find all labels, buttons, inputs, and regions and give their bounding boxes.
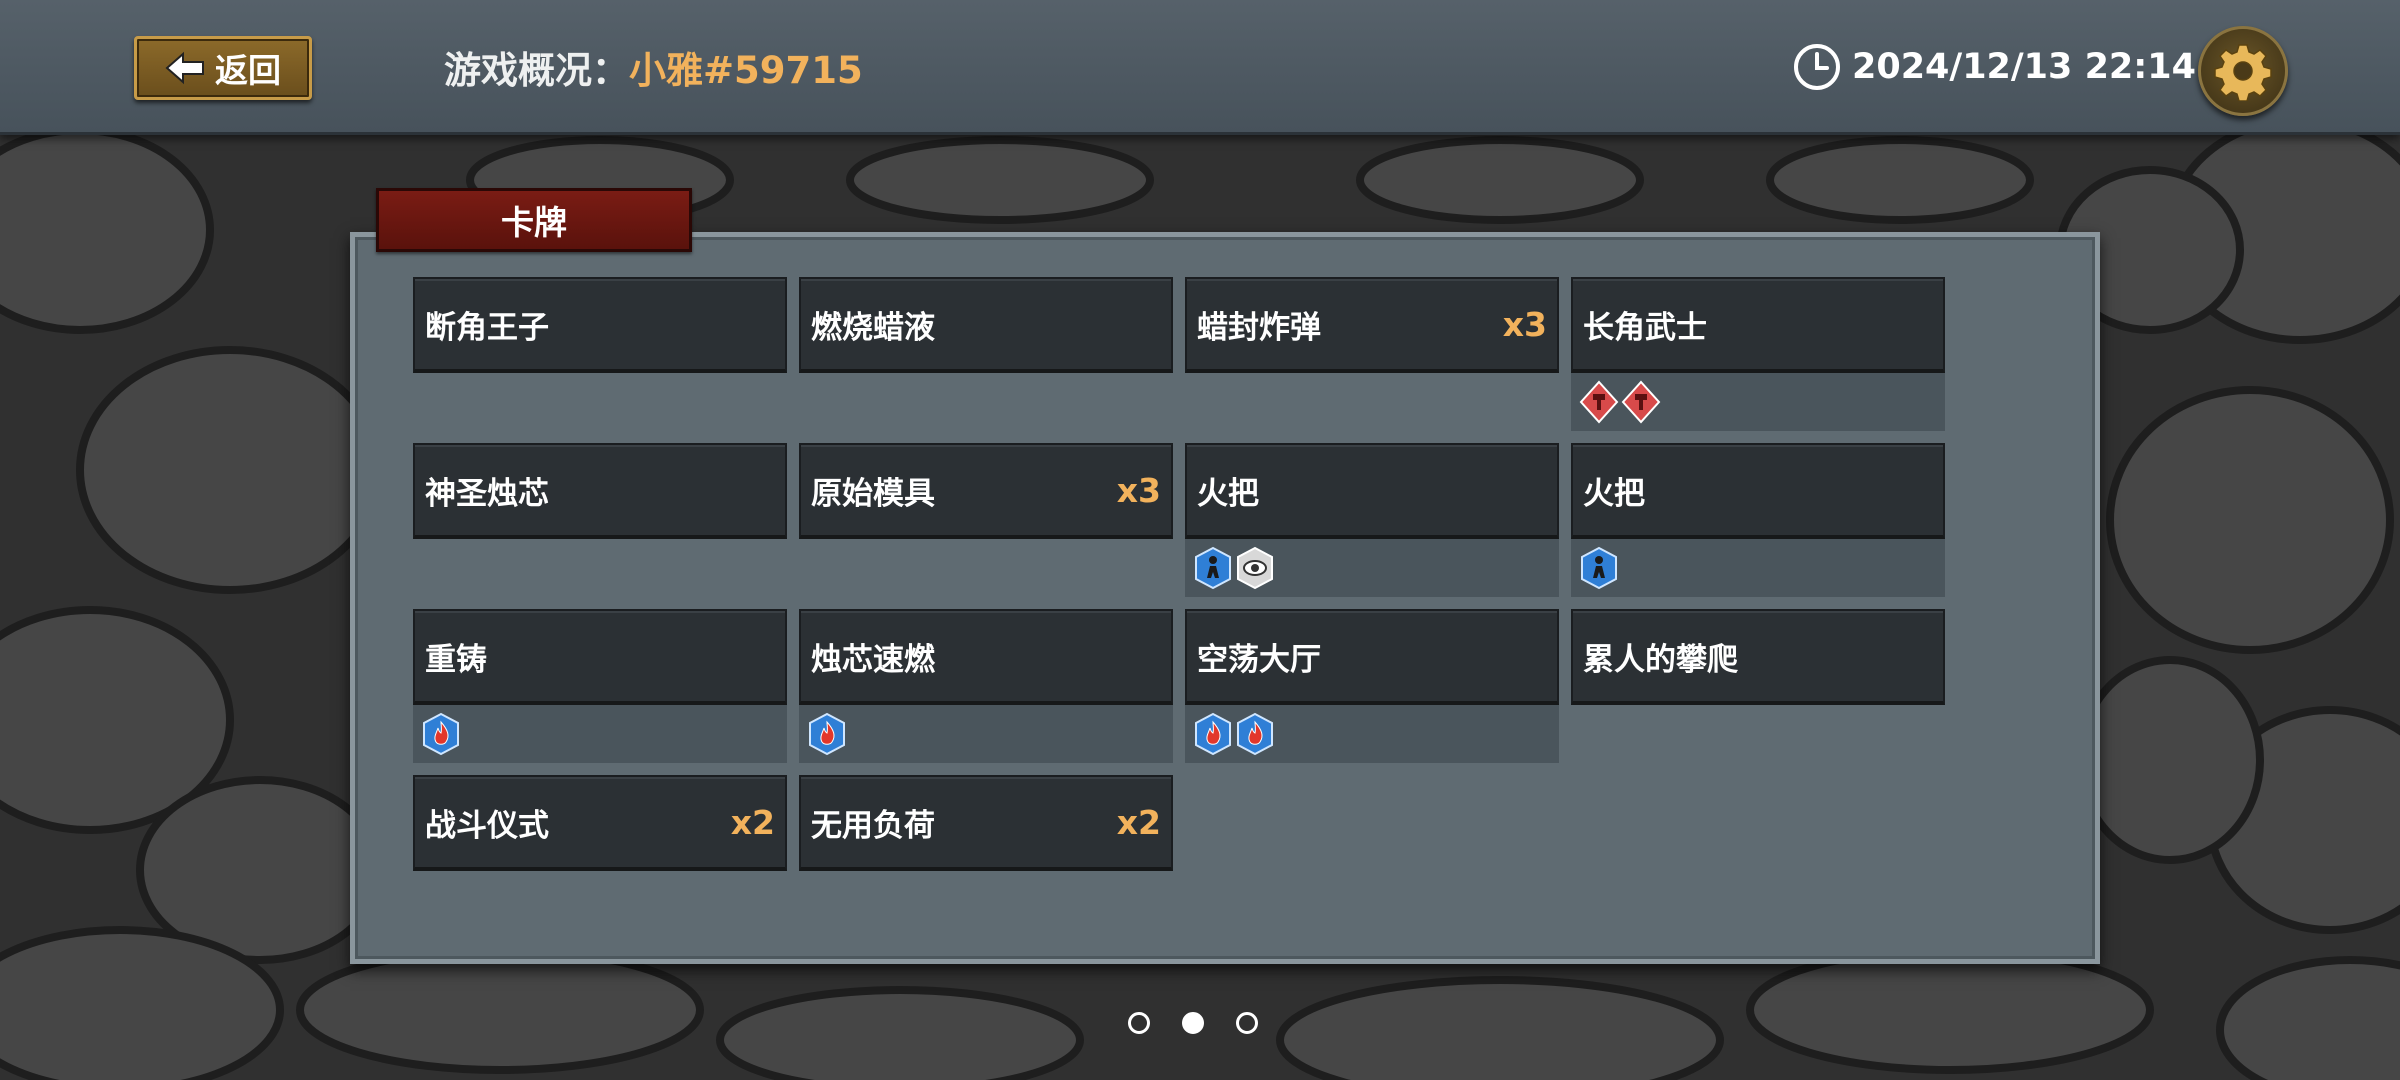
page-dot[interactable] xyxy=(1236,1012,1258,1034)
title-prefix: 游戏概况： xyxy=(444,49,629,92)
arrow-left-icon xyxy=(165,51,204,85)
page-dot[interactable] xyxy=(1128,1012,1150,1034)
card-button[interactable]: 空荡大厅 xyxy=(1185,609,1559,705)
card-count: x3 xyxy=(1502,304,1547,344)
card-item: 烛芯速燃 xyxy=(799,609,1173,763)
blue-flame-icon xyxy=(1235,712,1275,756)
top-bar: 返回 游戏概况： 小雅#59715 2024/12/13 22:14 xyxy=(0,0,2400,135)
card-button[interactable]: 神圣烛芯 xyxy=(413,443,787,539)
card-button[interactable]: 战斗仪式 x2 xyxy=(413,775,787,871)
card-name: 原始模具 xyxy=(811,475,935,512)
card-item: 战斗仪式 x2 xyxy=(413,775,787,871)
card-name: 空荡大厅 xyxy=(1197,641,1321,678)
card-count: x2 xyxy=(1116,802,1161,842)
card-button[interactable]: 无用负荷 x2 xyxy=(799,775,1173,871)
card-button[interactable]: 重铸 xyxy=(413,609,787,705)
card-token-row xyxy=(799,705,1173,763)
card-token-row xyxy=(1185,705,1559,763)
white-eye-icon xyxy=(1235,546,1275,590)
card-button[interactable]: 火把 xyxy=(1571,443,1945,539)
card-button[interactable]: 蜡封炸弹 x3 xyxy=(1185,277,1559,373)
datetime-text: 2024/12/13 22:14 xyxy=(1852,47,2196,87)
page-dot[interactable] xyxy=(1182,1012,1204,1034)
blue-figure-icon xyxy=(1193,546,1233,590)
cards-tab: 卡牌 xyxy=(376,188,692,252)
card-name: 长角武士 xyxy=(1583,309,1707,346)
gear-icon xyxy=(2214,44,2272,101)
cards-panel: 断角王子 燃烧蜡液 蜡封炸弹 x3 长角武士神圣烛芯 原始模具 x3 火把 火把重铸 烛芯速燃 空荡… xyxy=(350,232,2100,964)
card-count: x3 xyxy=(1116,470,1161,510)
card-item: 火把 xyxy=(1571,443,1945,597)
card-token-row xyxy=(413,705,787,763)
page-indicator xyxy=(1128,1012,1258,1034)
red-totem-icon xyxy=(1621,380,1661,424)
cards-tab-label: 卡牌 xyxy=(501,203,567,242)
card-name: 蜡封炸弹 xyxy=(1197,309,1321,346)
page-title: 游戏概况： 小雅#59715 xyxy=(444,40,863,94)
card-item: 长角武士 xyxy=(1571,277,1945,431)
card-button[interactable]: 火把 xyxy=(1185,443,1559,539)
card-button[interactable]: 烛芯速燃 xyxy=(799,609,1173,705)
blue-flame-icon xyxy=(1193,712,1233,756)
card-item: 无用负荷 x2 xyxy=(799,775,1173,871)
card-item: 重铸 xyxy=(413,609,787,763)
card-token-row xyxy=(1185,539,1559,597)
card-item: 空荡大厅 xyxy=(1185,609,1559,763)
back-button[interactable]: 返回 xyxy=(134,36,312,100)
card-name: 神圣烛芯 xyxy=(425,475,549,512)
card-button[interactable]: 原始模具 x3 xyxy=(799,443,1173,539)
card-name: 战斗仪式 xyxy=(425,807,549,844)
player-name: 小雅#59715 xyxy=(629,49,863,92)
blue-flame-icon xyxy=(421,712,461,756)
card-name: 火把 xyxy=(1197,475,1259,512)
card-button[interactable]: 断角王子 xyxy=(413,277,787,373)
card-name: 累人的攀爬 xyxy=(1583,641,1738,678)
card-item: 原始模具 x3 xyxy=(799,443,1173,539)
clock-icon xyxy=(1794,44,1840,90)
card-count: x2 xyxy=(730,802,775,842)
blue-figure-icon xyxy=(1579,546,1619,590)
card-item: 断角王子 xyxy=(413,277,787,373)
game-datetime: 2024/12/13 22:14 xyxy=(1792,42,2196,92)
card-name: 燃烧蜡液 xyxy=(811,309,935,346)
card-item: 蜡封炸弹 x3 xyxy=(1185,277,1559,373)
card-name: 断角王子 xyxy=(425,309,549,346)
card-button[interactable]: 长角武士 xyxy=(1571,277,1945,373)
card-token-row xyxy=(1571,539,1945,597)
card-name: 烛芯速燃 xyxy=(811,641,935,678)
card-item: 火把 xyxy=(1185,443,1559,597)
card-name: 火把 xyxy=(1583,475,1645,512)
card-item: 累人的攀爬 xyxy=(1571,609,1945,705)
red-totem-icon xyxy=(1579,380,1619,424)
card-name: 重铸 xyxy=(425,641,487,678)
card-name: 无用负荷 xyxy=(811,807,935,844)
back-button-label: 返回 xyxy=(215,51,281,90)
card-button[interactable]: 累人的攀爬 xyxy=(1571,609,1945,705)
card-token-row xyxy=(1571,373,1945,431)
card-item: 燃烧蜡液 xyxy=(799,277,1173,373)
card-item: 神圣烛芯 xyxy=(413,443,787,539)
card-button[interactable]: 燃烧蜡液 xyxy=(799,277,1173,373)
settings-button[interactable] xyxy=(2198,26,2288,116)
blue-flame-icon xyxy=(807,712,847,756)
